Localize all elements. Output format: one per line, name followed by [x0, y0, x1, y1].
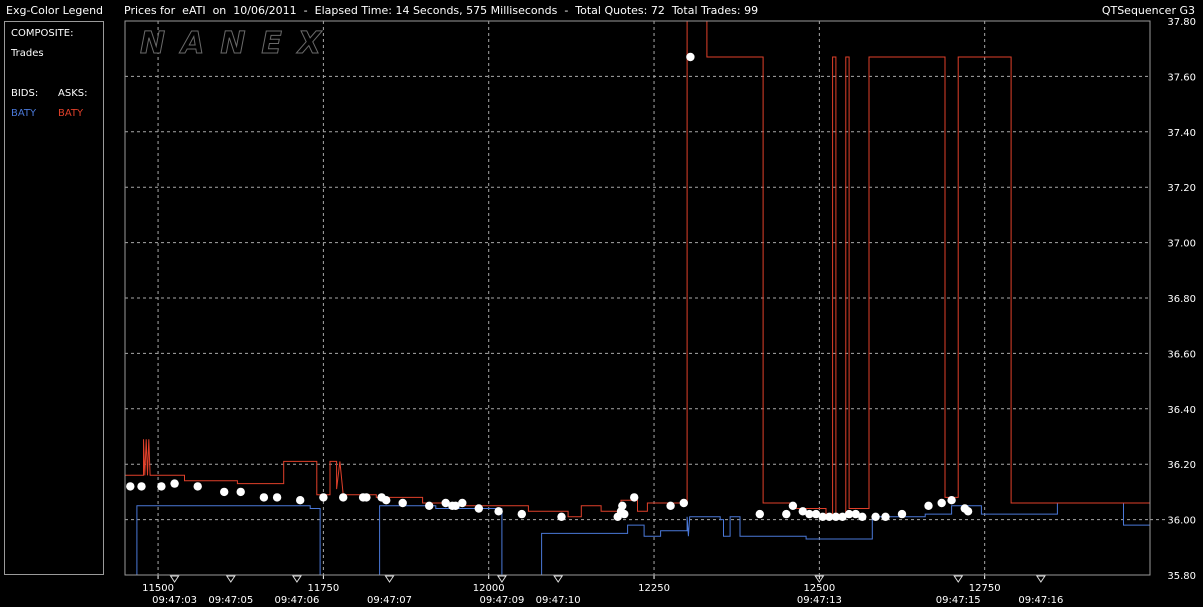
time-label: 09:47:10	[536, 595, 581, 606]
trade-point	[630, 493, 639, 502]
y-tick-label: 37.60	[1167, 72, 1196, 83]
trade-point	[963, 507, 973, 516]
time-label: 09:47:09	[479, 595, 524, 606]
trade-point	[937, 498, 946, 508]
trade-point	[517, 509, 526, 519]
y-tick-label: 37.40	[1167, 128, 1196, 139]
trade-point	[755, 509, 764, 519]
time-label: 09:47:03	[152, 595, 197, 606]
y-tick-label: 36.00	[1167, 516, 1196, 527]
y-tick-label: 37.20	[1167, 183, 1196, 194]
trade-point	[236, 487, 245, 497]
trade-point	[126, 482, 135, 491]
trade-point	[686, 52, 695, 62]
x-tick-label: 12250	[638, 583, 670, 594]
x-tick-label: 12500	[803, 583, 835, 594]
trade-point	[296, 496, 305, 505]
trade-point	[474, 504, 483, 513]
trade-point	[319, 493, 328, 502]
trade-point	[425, 501, 434, 510]
time-label: 09:47:13	[797, 595, 842, 606]
time-marker-icon	[497, 575, 507, 583]
y-tick-label: 37.00	[1167, 239, 1196, 250]
time-marker-icon	[384, 575, 395, 583]
trade-point	[666, 501, 675, 510]
trade-point	[137, 482, 146, 491]
trade-point	[272, 493, 282, 502]
time-marker-icon	[169, 575, 180, 583]
y-tick-label: 37.80	[1167, 17, 1196, 28]
bid-series-line	[136, 502, 1150, 575]
trade-point	[782, 509, 791, 519]
time-label: 09:47:05	[208, 595, 253, 606]
time-label: 09:47:15	[936, 595, 981, 606]
trade-point	[170, 479, 179, 488]
time-label: 09:47:16	[1018, 595, 1063, 606]
y-tick-label: 36.40	[1167, 405, 1196, 416]
trade-point	[788, 501, 798, 510]
trade-point	[679, 498, 688, 508]
trade-point	[871, 512, 880, 521]
x-tick-label: 12000	[473, 583, 505, 594]
time-marker-icon	[292, 575, 302, 583]
trade-point	[881, 512, 890, 521]
time-marker-icon	[953, 575, 964, 583]
time-marker-icon	[225, 575, 236, 583]
x-tick-label: 11750	[307, 583, 339, 594]
trade-point	[618, 501, 627, 510]
trade-point	[157, 482, 166, 491]
trade-point	[382, 496, 391, 505]
trade-point	[362, 493, 371, 502]
time-marker-icon	[1035, 575, 1046, 583]
trade-point	[220, 487, 229, 497]
trade-point	[494, 507, 503, 516]
trade-point	[339, 493, 348, 502]
trade-point	[557, 512, 566, 521]
time-label: 09:47:07	[367, 595, 412, 606]
y-tick-label: 35.80	[1167, 571, 1196, 582]
y-tick-label: 36.60	[1167, 349, 1196, 360]
x-tick-label: 12750	[969, 583, 1001, 594]
watermark-logo: NANEX	[139, 26, 338, 62]
time-label: 09:47:06	[274, 595, 319, 606]
trade-point	[398, 498, 407, 508]
trade-point	[458, 498, 467, 508]
trade-point	[620, 509, 629, 519]
time-marker-icon	[553, 575, 564, 583]
y-tick-label: 36.20	[1167, 460, 1196, 471]
trade-point	[897, 509, 907, 519]
trade-point	[193, 482, 202, 491]
trade-point	[924, 501, 933, 510]
x-tick-label: 11500	[142, 583, 174, 594]
trade-point	[259, 493, 269, 502]
y-tick-label: 36.80	[1167, 294, 1196, 305]
ask-series-line	[125, 21, 1150, 518]
trade-point	[858, 512, 867, 521]
price-chart: 37.80 37.60 37.40 37.20 37.00 36.80 36.60 36.40…	[124, 17, 1196, 606]
trade-point	[947, 496, 956, 505]
